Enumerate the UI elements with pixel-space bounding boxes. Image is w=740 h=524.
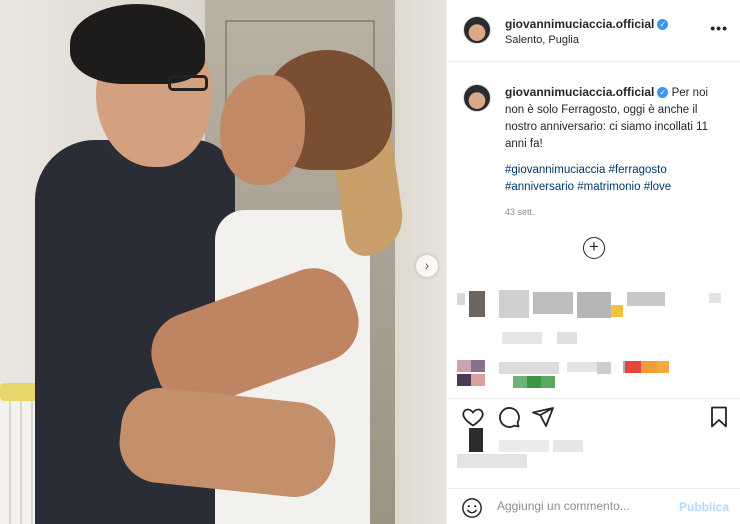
comment-icon[interactable]: [497, 405, 521, 429]
photo-woman-face: [220, 75, 305, 185]
pixel-block: [499, 362, 559, 374]
publish-button[interactable]: Pubblica: [679, 500, 729, 514]
pixel-block: [553, 440, 583, 452]
share-icon[interactable]: [531, 405, 555, 429]
bookmark-icon[interactable]: [707, 405, 731, 429]
pixel-block: [557, 332, 577, 344]
post-photo[interactable]: ›: [0, 0, 446, 524]
pixel-block: [457, 293, 465, 305]
pixel-block: [471, 360, 485, 372]
pixel-block: [502, 332, 542, 344]
pixel-block: [627, 292, 665, 306]
post-caption: giovannimuciaccia.official ✓ Per noi non …: [447, 62, 740, 277]
post-actions-bar: [447, 398, 740, 432]
pixel-block: [457, 374, 471, 386]
pixel-block: [499, 290, 529, 318]
author-username[interactable]: giovannimuciaccia.official ✓: [505, 17, 669, 31]
verified-badge-icon: ✓: [657, 19, 669, 30]
author-username-text[interactable]: giovannimuciaccia.official: [505, 17, 654, 31]
load-more-comments-button[interactable]: +: [583, 237, 605, 259]
post-time[interactable]: 43 sett.: [505, 207, 535, 217]
caption-text: giovannimuciaccia.official ✓ Per noi non …: [505, 84, 725, 153]
pixel-block: [499, 440, 549, 452]
post-header: giovannimuciaccia.official ✓ Salento, Pug…: [447, 0, 740, 62]
pixel-block: [457, 360, 471, 372]
caption-hashtags[interactable]: #giovannimuciaccia #ferragosto #annivers…: [505, 162, 725, 196]
caption-username[interactable]: giovannimuciaccia.official: [505, 85, 654, 99]
chevron-right-icon: ›: [424, 257, 430, 273]
emoji-icon[interactable]: [461, 497, 483, 519]
pixel-block: [597, 362, 611, 374]
author-avatar[interactable]: [463, 16, 491, 44]
pixel-block: [457, 454, 527, 468]
pixel-block: [527, 376, 541, 388]
pixel-block: [611, 305, 623, 317]
heart-icon[interactable]: [461, 405, 485, 429]
pixel-block: [513, 376, 527, 388]
post-location[interactable]: Salento, Puglia: [505, 34, 579, 46]
carousel-next-button[interactable]: ›: [416, 255, 438, 277]
pixel-block: [471, 374, 485, 386]
pixel-block: [641, 361, 657, 373]
photo-man-hair: [70, 4, 205, 84]
pixel-block: [709, 293, 721, 303]
comment-input[interactable]: [497, 499, 667, 513]
post-side-panel: giovannimuciaccia.official ✓ Salento, Pug…: [446, 0, 740, 524]
more-options-icon[interactable]: •••: [710, 20, 728, 36]
caption-avatar[interactable]: [463, 84, 491, 112]
photo-glasses: [168, 75, 208, 91]
verified-badge-icon: ✓: [657, 87, 669, 98]
pixel-block: [469, 291, 485, 317]
pixel-block: [533, 292, 573, 314]
pixel-block: [625, 361, 641, 373]
add-comment-bar: Pubblica: [447, 488, 740, 524]
pixel-block: [541, 376, 555, 388]
pixel-block: [577, 292, 611, 318]
pixel-block: [657, 361, 669, 373]
